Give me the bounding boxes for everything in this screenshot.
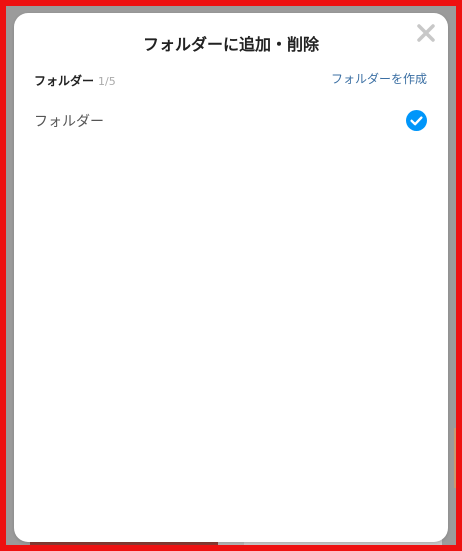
folder-header: フォルダー 1/5 フォルダーを作成 <box>34 70 427 88</box>
dialog-title: フォルダーに追加・削除 <box>142 35 319 54</box>
close-button[interactable] <box>414 21 438 45</box>
create-folder-link[interactable]: フォルダーを作成 <box>331 70 427 87</box>
close-icon <box>417 24 435 42</box>
folder-count: 1/5 <box>98 75 116 88</box>
background-thumbnail-edge <box>454 428 462 488</box>
folder-section-label: フォルダー <box>34 74 95 88</box>
checkmark-icon[interactable] <box>406 110 427 131</box>
folder-dialog: フォルダーに追加・削除 フォルダー 1/5 フォルダーを作成 フォルダー <box>14 13 448 542</box>
folder-item[interactable]: フォルダー <box>34 107 427 135</box>
folder-list: フォルダー <box>34 107 427 135</box>
folder-name: フォルダー <box>34 114 104 130</box>
page: フォルダーに追加・削除 フォルダー 1/5 フォルダーを作成 フォルダー <box>0 0 462 551</box>
